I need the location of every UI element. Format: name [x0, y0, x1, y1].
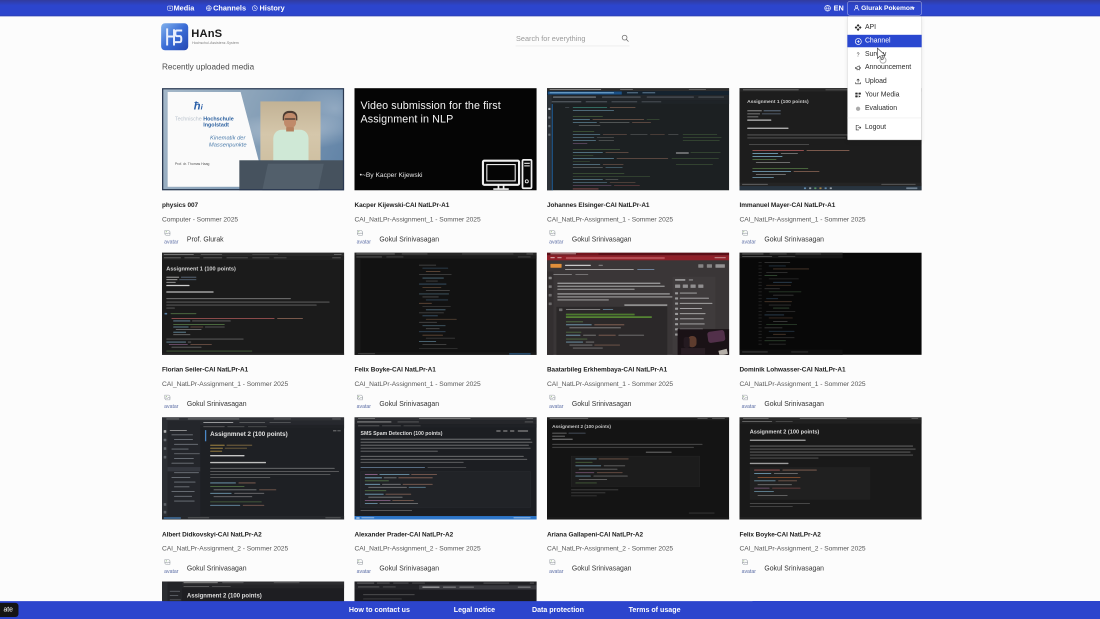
svg-text:?: ? — [857, 52, 860, 58]
